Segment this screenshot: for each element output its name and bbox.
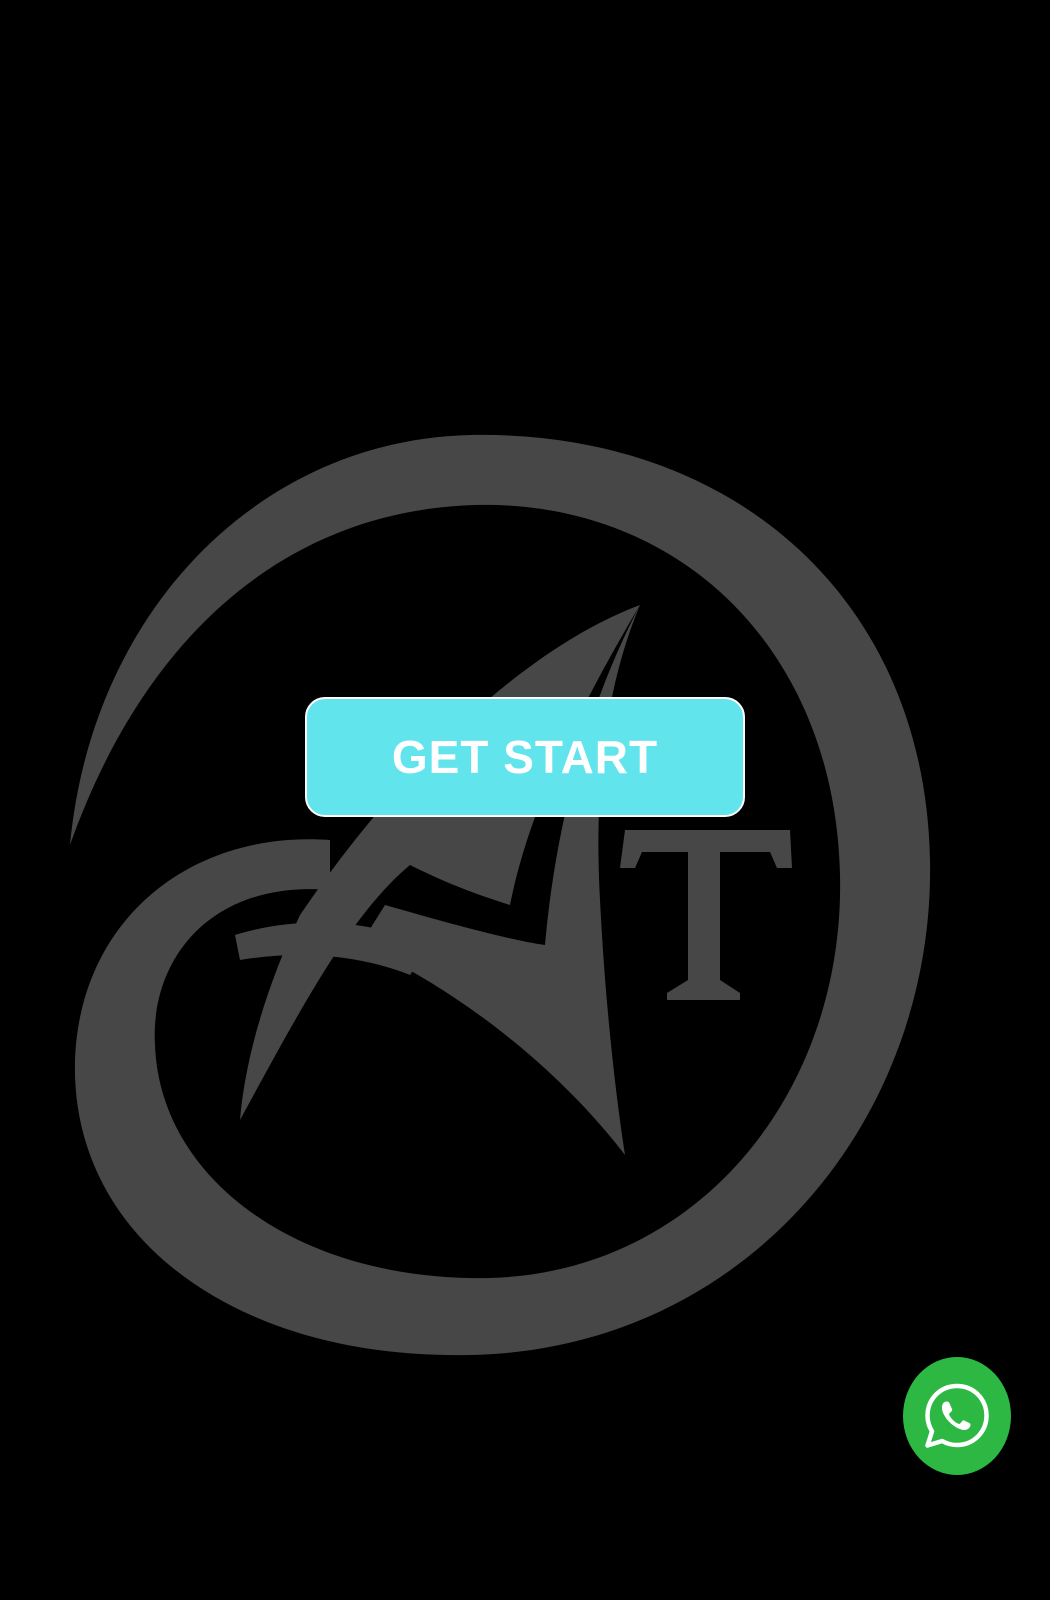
get-start-button[interactable]: GET START <box>305 697 745 817</box>
whatsapp-icon <box>925 1383 989 1448</box>
whatsapp-chat-button[interactable] <box>903 1357 1011 1475</box>
splash-screen: GET START <box>0 0 1050 1600</box>
logo-letter-t <box>620 830 792 1000</box>
